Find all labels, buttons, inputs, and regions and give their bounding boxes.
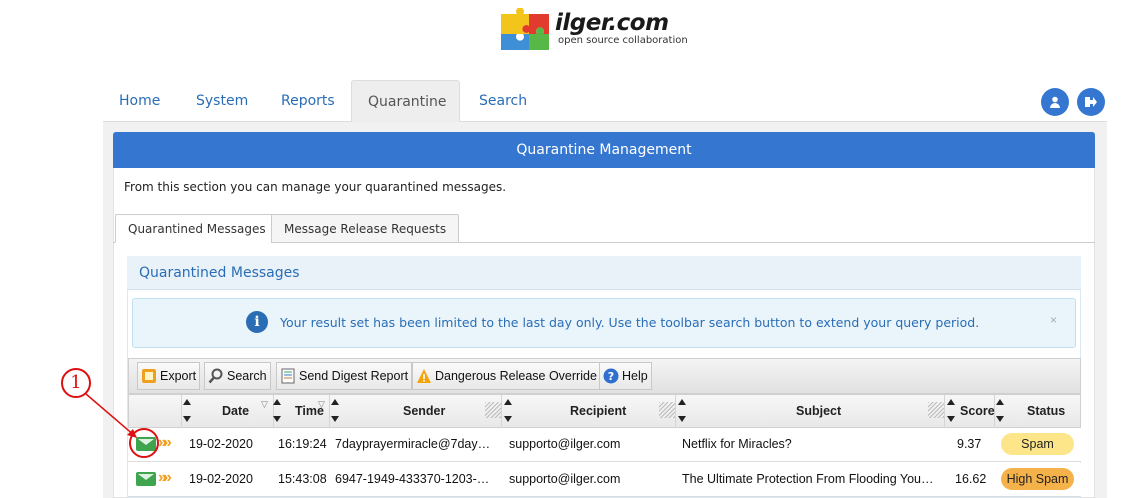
search-button[interactable]: Search: [204, 362, 271, 390]
column-resize-handle[interactable]: [928, 402, 944, 418]
row-time: 16:19:24: [278, 437, 327, 451]
column-resize-handle[interactable]: [485, 402, 501, 418]
quarantined-messages-title: Quarantined Messages: [139, 265, 300, 281]
dangerous-release-override-button[interactable]: Dangerous Release Override: [412, 362, 601, 390]
export-button[interactable]: Export: [137, 362, 201, 390]
row-recipient: supporto@ilger.com: [509, 437, 621, 451]
sort-desc-icon[interactable]: [678, 416, 686, 422]
send-digest-report-label: Send Digest Report: [299, 369, 409, 383]
annotation-ring: [129, 428, 159, 458]
sort-asc-icon[interactable]: [947, 399, 955, 405]
filter-icon[interactable]: ▽: [261, 399, 268, 410]
nav-tab-system[interactable]: System: [180, 80, 264, 122]
logo-subtitle: open source collaboration: [558, 35, 688, 46]
sort-desc-icon[interactable]: [996, 416, 1004, 422]
logo: ilger.com open source collaboration: [497, 8, 707, 54]
column-separator: [181, 394, 182, 428]
nav-tab-quarantine[interactable]: Quarantine: [351, 80, 460, 122]
envelope-icon[interactable]: [136, 472, 156, 486]
send-digest-report-button[interactable]: Send Digest Report: [276, 362, 413, 390]
column-header-recipient[interactable]: Recipient: [570, 404, 626, 418]
row-subject: Netflix for Miracles?: [682, 437, 792, 451]
magnifier-icon: [208, 368, 223, 384]
svg-text:?: ?: [608, 370, 614, 383]
chevrons-right-icon[interactable]: »»: [158, 469, 172, 487]
row-time: 15:43:08: [278, 472, 327, 486]
sort-asc-icon[interactable]: [996, 399, 1004, 405]
panel-description: From this section you can manage your qu…: [124, 180, 507, 194]
column-separator: [329, 394, 330, 428]
row-score: 9.37: [957, 437, 982, 451]
info-icon: i: [246, 311, 268, 333]
nav-tab-reports[interactable]: Reports: [265, 80, 351, 122]
row-sender: 6947-1949-433370-1203-…: [335, 472, 490, 486]
row-subject: The Ultimate Protection From Flooding Yo…: [682, 472, 934, 486]
column-separator: [675, 394, 676, 428]
column-header-score[interactable]: Score: [960, 404, 995, 418]
logout-icon: [1085, 97, 1097, 107]
panel-title: Quarantine Management: [113, 132, 1095, 168]
user-button[interactable]: [1041, 88, 1069, 116]
report-icon: [281, 368, 295, 384]
logo-text: ilger.com: [555, 10, 669, 36]
sort-asc-icon[interactable]: [678, 399, 686, 405]
help-button[interactable]: ? Help: [599, 362, 652, 390]
help-label: Help: [622, 369, 648, 383]
column-header-status[interactable]: Status: [1027, 404, 1065, 418]
logout-button[interactable]: [1077, 88, 1105, 116]
sort-desc-icon[interactable]: [504, 416, 512, 422]
row-date: 19-02-2020: [189, 437, 253, 451]
sort-asc-icon[interactable]: [273, 399, 281, 405]
column-resize-handle[interactable]: [659, 402, 675, 418]
puzzle-logo-icon: [501, 8, 549, 50]
dangerous-release-override-label: Dangerous Release Override: [435, 369, 597, 383]
sort-desc-icon[interactable]: [331, 416, 339, 422]
nav-tab-search[interactable]: Search: [463, 80, 543, 122]
column-separator: [501, 394, 502, 428]
sort-desc-icon[interactable]: [947, 416, 955, 422]
search-label: Search: [227, 369, 267, 383]
column-separator: [944, 394, 945, 428]
alert-text: Your result set has been limited to the …: [280, 315, 980, 330]
row-score: 16.62: [955, 472, 987, 486]
warning-icon: [417, 369, 431, 383]
nav-tab-home[interactable]: Home: [103, 80, 176, 122]
column-header-sender[interactable]: Sender: [403, 404, 445, 418]
sort-asc-icon[interactable]: [183, 399, 191, 405]
tab-message-release-requests[interactable]: Message Release Requests: [271, 214, 460, 243]
sort-desc-icon[interactable]: [273, 416, 281, 422]
alert-close-button[interactable]: ×: [1050, 313, 1057, 327]
sort-asc-icon[interactable]: [331, 399, 339, 405]
row-recipient: supporto@ilger.com: [509, 472, 621, 486]
status-badge: High Spam: [1001, 468, 1074, 490]
column-header-subject[interactable]: Subject: [796, 404, 841, 418]
status-badge: Spam: [1001, 433, 1074, 455]
filter-icon[interactable]: ▽: [318, 399, 325, 410]
export-icon: [142, 369, 156, 383]
row-date: 19-02-2020: [189, 472, 253, 486]
sort-asc-icon[interactable]: [504, 399, 512, 405]
tab-quarantined-messages[interactable]: Quarantined Messages: [115, 214, 279, 243]
help-icon: ?: [603, 368, 619, 384]
user-icon: [1050, 96, 1060, 108]
column-header-date[interactable]: Date: [222, 404, 249, 418]
row-sender: 7dayprayermiracle@7day…: [335, 437, 491, 451]
export-label: Export: [160, 369, 197, 383]
sort-desc-icon[interactable]: [183, 416, 191, 422]
